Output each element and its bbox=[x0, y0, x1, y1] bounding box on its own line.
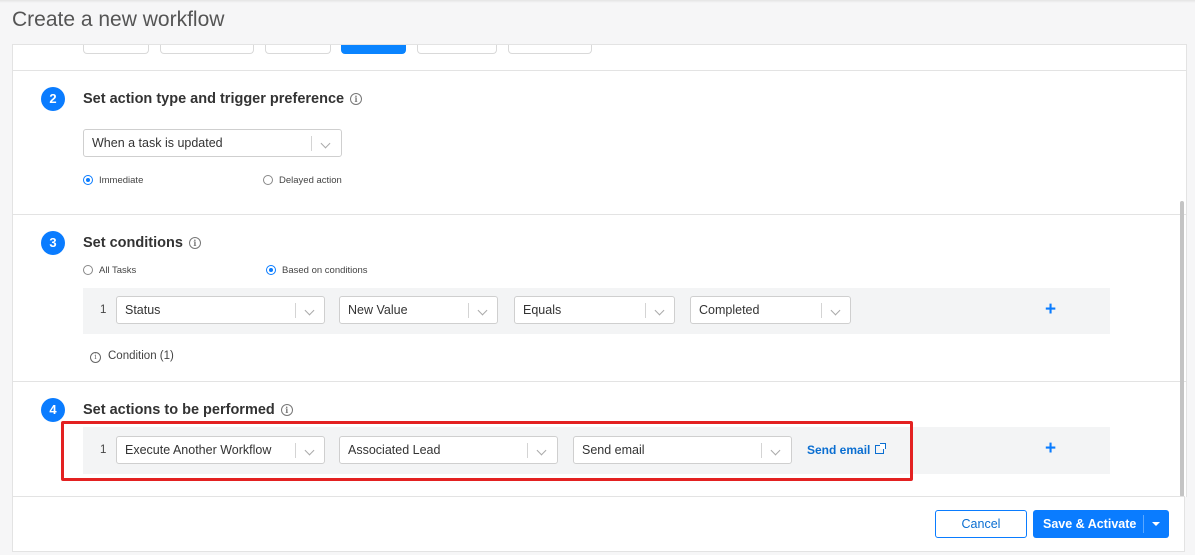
chevron-down-icon bbox=[320, 138, 331, 149]
chevron-down-icon bbox=[654, 305, 665, 316]
workflow-form-card: 2 Set action type and trigger preference… bbox=[12, 44, 1187, 497]
condition-operator-select[interactable]: Equals bbox=[514, 296, 675, 324]
section-trigger: 2 Set action type and trigger preference… bbox=[13, 70, 1186, 215]
step-tab-strip bbox=[13, 45, 1186, 71]
radio-dot bbox=[263, 175, 273, 185]
radio-dot bbox=[266, 265, 276, 275]
step-tab[interactable] bbox=[417, 45, 497, 54]
condition-count-text: Condition (1) bbox=[108, 350, 174, 362]
step-number: 2 bbox=[41, 87, 65, 111]
step-tab[interactable] bbox=[265, 45, 331, 54]
section-conditions: 3 Set conditions i All Tasks Based on con… bbox=[13, 215, 1186, 382]
condition-field-select[interactable]: Status bbox=[116, 296, 325, 324]
select-value: New Value bbox=[348, 303, 408, 317]
radio-dot bbox=[83, 175, 93, 185]
chevron-down-icon bbox=[304, 305, 315, 316]
condition-row: 1 Status New Value Equals Completed + bbox=[83, 288, 1110, 334]
info-icon[interactable]: i bbox=[350, 93, 363, 105]
chevron-down-icon bbox=[830, 305, 841, 316]
select-value: Completed bbox=[699, 303, 760, 317]
step-tab[interactable] bbox=[508, 45, 592, 54]
step-tab[interactable] bbox=[160, 45, 254, 54]
save-activate-button[interactable]: Save & Activate bbox=[1033, 510, 1169, 538]
section-title-text: Set conditions bbox=[83, 235, 183, 251]
page-title: Create a new workflow bbox=[12, 8, 225, 31]
select-separator bbox=[295, 303, 296, 318]
select-separator bbox=[468, 303, 469, 318]
select-separator bbox=[821, 303, 822, 318]
save-activate-label: Save & Activate bbox=[1043, 517, 1137, 531]
radio-dot bbox=[83, 265, 93, 275]
trigger-select[interactable]: When a task is updated bbox=[83, 129, 342, 157]
cancel-button[interactable]: Cancel bbox=[935, 510, 1027, 538]
caret-down-icon[interactable] bbox=[1152, 522, 1160, 526]
section-title: Set action type and trigger preference i bbox=[83, 91, 363, 107]
condition-value-type-select[interactable]: New Value bbox=[339, 296, 498, 324]
radio-label: Delayed action bbox=[279, 175, 342, 186]
radio-delayed-action[interactable]: Delayed action bbox=[263, 175, 342, 187]
select-value: Equals bbox=[523, 303, 562, 317]
select-value: Status bbox=[125, 303, 161, 317]
info-icon: i bbox=[90, 352, 101, 363]
trigger-select-value: When a task is updated bbox=[92, 136, 223, 150]
condition-value-select[interactable]: Completed bbox=[690, 296, 851, 324]
select-separator bbox=[311, 136, 312, 151]
row-number: 1 bbox=[100, 304, 107, 316]
condition-count: i Condition (1) bbox=[90, 350, 174, 363]
section-title: Set conditions i bbox=[83, 235, 201, 251]
radio-all-tasks[interactable]: All Tasks bbox=[83, 265, 136, 277]
step-number: 4 bbox=[41, 398, 65, 422]
button-divider bbox=[1143, 515, 1144, 533]
top-shadow bbox=[0, 0, 1195, 3]
step-number: 3 bbox=[41, 231, 65, 255]
add-action-button[interactable]: + bbox=[1045, 439, 1056, 458]
add-condition-button[interactable]: + bbox=[1045, 300, 1056, 319]
radio-based-on-conditions[interactable]: Based on conditions bbox=[266, 265, 368, 277]
section-title: Set actions to be performed i bbox=[83, 402, 293, 418]
radio-label: Based on conditions bbox=[282, 265, 368, 276]
highlight-box bbox=[61, 421, 913, 481]
chevron-down-icon bbox=[477, 305, 488, 316]
step-tab-active[interactable] bbox=[341, 45, 406, 54]
radio-immediate[interactable]: Immediate bbox=[83, 175, 143, 187]
section-title-text: Set actions to be performed bbox=[83, 402, 275, 418]
footer-bar: Cancel Save & Activate bbox=[12, 496, 1185, 552]
info-icon[interactable]: i bbox=[188, 237, 201, 249]
select-separator bbox=[645, 303, 646, 318]
radio-label: Immediate bbox=[99, 175, 144, 186]
scrollbar[interactable] bbox=[1180, 201, 1184, 497]
info-icon[interactable]: i bbox=[280, 404, 293, 416]
radio-label: All Tasks bbox=[99, 265, 137, 276]
step-tab[interactable] bbox=[83, 45, 149, 54]
section-title-text: Set action type and trigger preference bbox=[83, 91, 345, 107]
